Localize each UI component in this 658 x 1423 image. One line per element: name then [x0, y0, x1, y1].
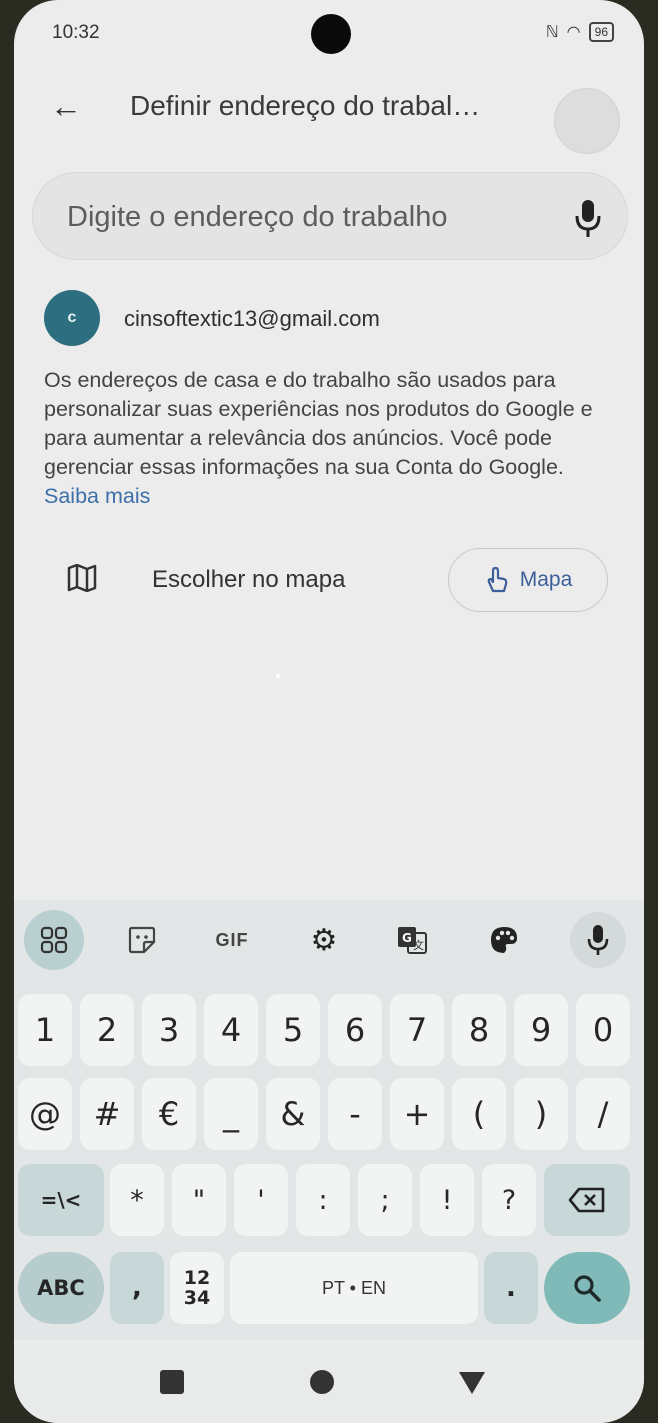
sticker-button[interactable]: [118, 916, 166, 964]
phone-screen: 10:32 ℕ ◠ 96 ← Definir endereço do traba…: [14, 0, 644, 1423]
search-key[interactable]: [544, 1252, 630, 1324]
abc-key[interactable]: ABC: [18, 1252, 104, 1324]
gif-button[interactable]: GIF: [206, 916, 258, 964]
key-euro[interactable]: €: [142, 1078, 196, 1150]
map-icon: [66, 563, 98, 593]
status-icons: ℕ ◠ 96: [546, 22, 614, 42]
number-pad-toggle-key[interactable]: 12 34: [170, 1252, 224, 1324]
arrow-left-icon: ←: [50, 88, 82, 124]
gear-icon: ⚙: [310, 923, 338, 957]
translate-icon: G 文: [398, 927, 427, 954]
key-5[interactable]: 5: [266, 994, 320, 1066]
map-button-label: Mapa: [519, 568, 573, 591]
info-text: Os endereços de casa e do trabalho são u…: [44, 366, 624, 511]
svg-text:文: 文: [413, 938, 424, 952]
address-search-field[interactable]: [32, 172, 628, 260]
key-9[interactable]: 9: [514, 994, 568, 1066]
key-period[interactable]: .: [484, 1252, 538, 1324]
apps-grid-icon: [40, 926, 68, 954]
microphone-icon: [575, 200, 601, 237]
map-button[interactable]: Mapa: [448, 548, 608, 612]
key-asterisk[interactable]: *: [110, 1164, 164, 1236]
key-4[interactable]: 4: [204, 994, 258, 1066]
key-semicolon[interactable]: ;: [358, 1164, 412, 1236]
triangle-down-icon: [459, 1372, 485, 1394]
key-paren-open[interactable]: (: [452, 1078, 506, 1150]
backspace-icon: [568, 1187, 605, 1213]
theme-button[interactable]: [480, 916, 528, 964]
address-input[interactable]: [65, 191, 529, 243]
page-title: Definir endereço do trabal…: [130, 90, 481, 121]
key-paren-close[interactable]: ): [514, 1078, 568, 1150]
avatar[interactable]: c: [44, 290, 100, 346]
loading-dot: [276, 674, 280, 678]
back-button[interactable]: ←: [46, 84, 86, 128]
space-key[interactable]: PT • EN: [230, 1252, 478, 1324]
choose-on-map-label[interactable]: Escolher no mapa: [152, 566, 345, 594]
status-time: 10:32: [52, 22, 100, 43]
key-exclamation[interactable]: !: [420, 1164, 474, 1236]
keyboard-voice-button[interactable]: [570, 912, 626, 968]
key-comma[interactable]: ,: [110, 1252, 164, 1324]
palette-icon: [491, 927, 517, 953]
learn-more-link[interactable]: Saiba mais: [44, 484, 150, 508]
key-6[interactable]: 6: [328, 994, 382, 1066]
key-at[interactable]: @: [18, 1078, 72, 1150]
sticker-icon: [128, 926, 156, 954]
key-more-symbols[interactable]: =\<: [18, 1164, 104, 1236]
svg-text:G: G: [402, 931, 412, 945]
key-8[interactable]: 8: [452, 994, 506, 1066]
backspace-key[interactable]: [544, 1164, 630, 1236]
key-slash[interactable]: /: [576, 1078, 630, 1150]
microphone-icon: [587, 925, 609, 955]
square-icon: [160, 1370, 184, 1394]
search-icon: [574, 1275, 601, 1302]
key-0[interactable]: 0: [576, 994, 630, 1066]
voice-search-button[interactable]: [574, 196, 602, 240]
keyboard-toolbar: GIF ⚙ G 文: [14, 906, 644, 974]
key-1[interactable]: 1: [18, 994, 72, 1066]
nfc-icon: ℕ: [545, 24, 559, 41]
circle-icon: [310, 1370, 334, 1394]
num-toggle-bottom: 34: [183, 1287, 211, 1309]
back-nav-button[interactable]: [452, 1362, 492, 1402]
key-colon[interactable]: :: [296, 1164, 350, 1236]
key-ampersand[interactable]: &: [266, 1078, 320, 1150]
info-paragraph: Os endereços de casa e do trabalho são u…: [44, 368, 593, 479]
translate-button[interactable]: G 文: [388, 916, 436, 964]
key-plus[interactable]: +: [390, 1078, 444, 1150]
home-button[interactable]: [302, 1362, 342, 1402]
key-underscore[interactable]: _: [204, 1078, 258, 1150]
apps-button[interactable]: [24, 910, 84, 970]
num-toggle-top: 12: [183, 1267, 211, 1289]
key-hash[interactable]: #: [80, 1078, 134, 1150]
settings-button[interactable]: ⚙: [300, 916, 348, 964]
key-single-quote[interactable]: ': [234, 1164, 288, 1236]
wifi-icon: ◠: [566, 24, 581, 41]
key-2[interactable]: 2: [80, 994, 134, 1066]
key-double-quote[interactable]: ": [172, 1164, 226, 1236]
account-email: cinsoftextic13@gmail.com: [124, 306, 380, 331]
camera-cutout: [311, 14, 351, 54]
battery-icon: 96: [588, 22, 614, 42]
key-7[interactable]: 7: [390, 994, 444, 1066]
key-question[interactable]: ?: [482, 1164, 536, 1236]
key-3[interactable]: 3: [142, 994, 196, 1066]
touch-hand-icon: [487, 566, 508, 593]
recents-button[interactable]: [152, 1362, 192, 1402]
key-minus[interactable]: -: [328, 1078, 382, 1150]
profile-button[interactable]: [554, 88, 620, 154]
